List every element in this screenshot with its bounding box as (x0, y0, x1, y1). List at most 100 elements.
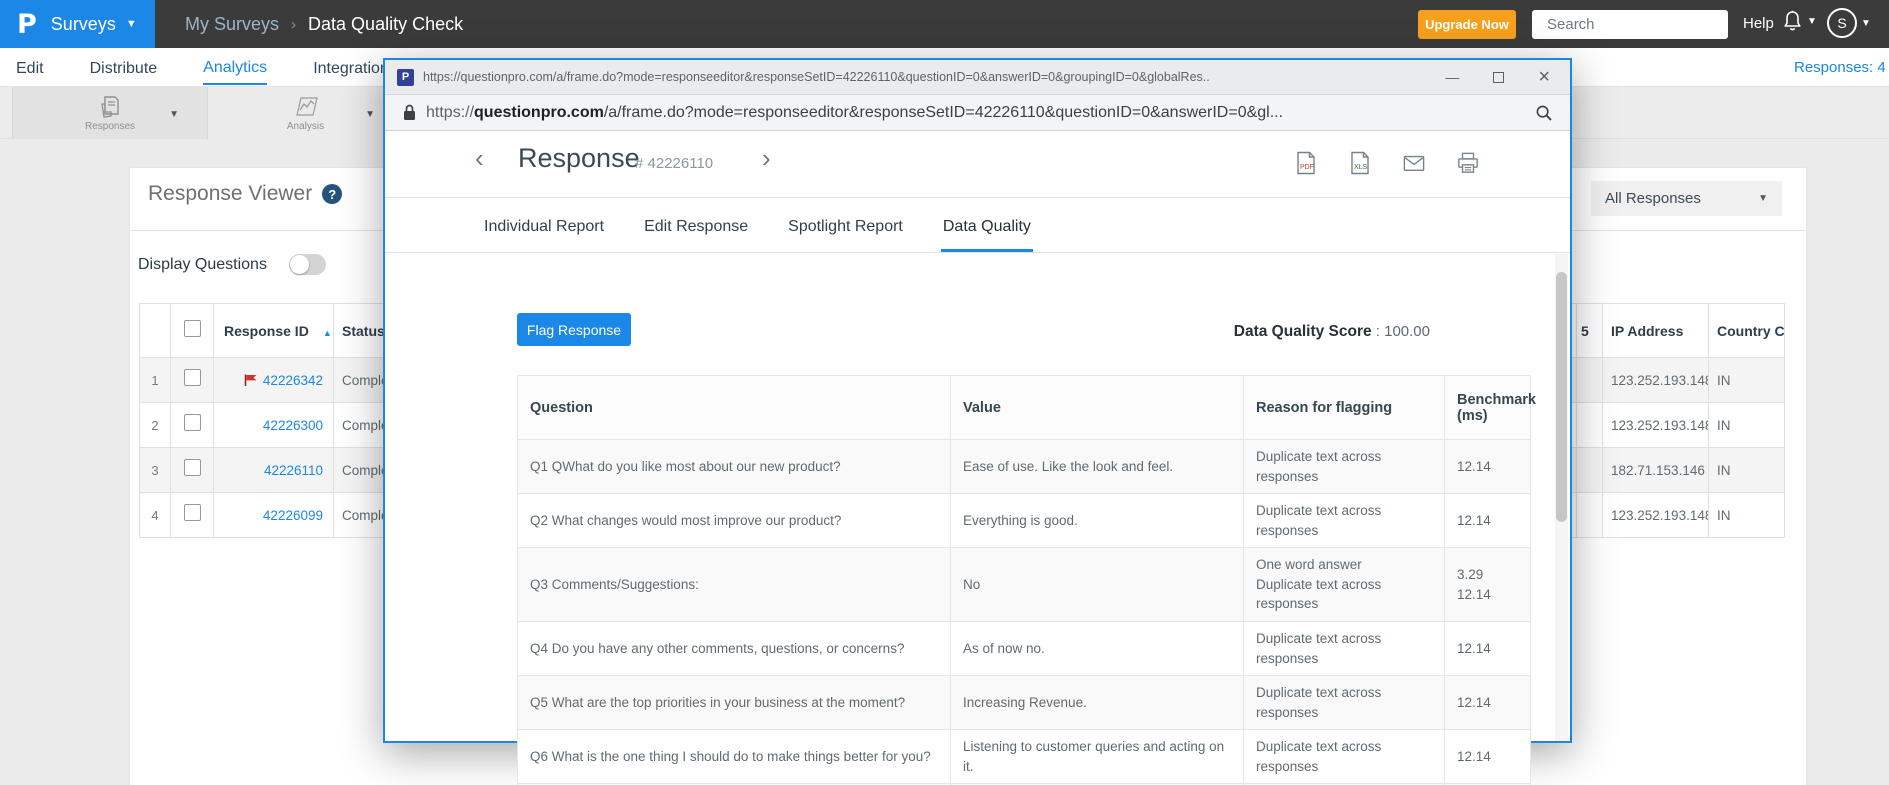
row-checkbox[interactable] (184, 369, 201, 386)
address-url: https://questionpro.com/a/frame.do?mode=… (426, 104, 1536, 122)
row-checkbox[interactable] (184, 504, 201, 521)
response-id-link: 42226342 (263, 373, 323, 388)
ip-address-cell: 123.252.193.148 (1603, 403, 1709, 448)
reason-cell: One word answer Duplicate text across re… (1244, 548, 1445, 622)
chevron-down-icon: ▼ (126, 18, 137, 30)
next-response-icon[interactable]: › (762, 145, 771, 171)
response-id-header[interactable]: Response ID▲ (214, 304, 334, 358)
reason-cell: Duplicate text across responses (1244, 676, 1445, 730)
help-icon[interactable]: ? (322, 184, 342, 204)
ip-address-cell: 123.252.193.148 (1603, 358, 1709, 403)
account-menu[interactable]: S ▼ (1827, 8, 1871, 38)
reason-cell: Duplicate text across responses (1244, 730, 1445, 784)
responses-count[interactable]: Responses: 4 (1794, 59, 1886, 76)
maximize-button[interactable] (1493, 72, 1504, 83)
responses-filter-select[interactable]: All Responses ▼ (1591, 181, 1782, 216)
flag-response-button[interactable]: Flag Response (517, 313, 631, 346)
global-search[interactable] (1532, 10, 1728, 39)
benchmark-cell: 3.29 12.14 (1445, 548, 1531, 622)
table-row: Q6 What is the one thing I should do to … (518, 730, 1531, 784)
response-id-link: 42226099 (263, 508, 323, 523)
response-id-cell[interactable]: 42226300 (214, 403, 334, 448)
previous-response-icon[interactable]: ‹ (475, 145, 484, 171)
survey-nav-tab[interactable]: Analytics (203, 51, 267, 85)
toolbar-tile-responses[interactable]: Responses ▼ (12, 87, 208, 139)
close-icon[interactable]: × (1538, 67, 1550, 87)
email-icon[interactable] (1403, 151, 1425, 175)
report-tabs: Individual Report Edit Response Spotlight … (385, 198, 1570, 253)
partial-cell (1577, 403, 1603, 448)
reason-cell: Duplicate text across responses (1244, 621, 1445, 675)
export-pdf-icon[interactable]: PDF (1295, 151, 1317, 175)
table-row: Q1 QWhat do you like most about our new … (518, 440, 1531, 494)
response-editor-window: P https://questionpro.com/a/frame.do?mod… (383, 58, 1572, 743)
table-row: Q2 What changes would most improve our p… (518, 494, 1531, 548)
upgrade-now-button[interactable]: Upgrade Now (1418, 10, 1516, 39)
report-tab[interactable]: Individual Report (482, 218, 606, 252)
question-cell: Q6 What is the one thing I should do to … (518, 730, 951, 784)
benchmark-cell: 12.14 (1445, 730, 1531, 784)
question-cell: Q5 What are the top priorities in your b… (518, 676, 951, 730)
survey-nav-tab[interactable]: Integration (313, 52, 389, 84)
avatar: S (1827, 8, 1857, 38)
bell-icon (1783, 10, 1802, 32)
column-header: Benchmark (ms) (1445, 376, 1531, 440)
search-input[interactable] (1547, 16, 1746, 33)
select-all-checkbox[interactable] (184, 320, 201, 337)
question-cell: Q1 QWhat do you like most about our new … (518, 440, 951, 494)
product-switcher[interactable]: P Surveys ▼ (0, 0, 155, 48)
response-header: ‹ Response # 42226110 › PDF XLS (385, 131, 1570, 198)
score-label: Data Quality Score (1234, 323, 1372, 340)
product-name: Surveys (51, 14, 116, 35)
response-id-cell[interactable]: 42226099 (214, 493, 334, 538)
response-id-cell[interactable]: 42226110 (214, 448, 334, 493)
minimize-button[interactable]: — (1445, 70, 1459, 84)
row-select-cell (171, 493, 214, 538)
report-tab[interactable]: Data Quality (941, 218, 1033, 252)
report-tab[interactable]: Spotlight Report (786, 218, 905, 252)
breadcrumb-current: Data Quality Check (308, 14, 463, 35)
response-title: Response (518, 143, 640, 174)
row-number-header (140, 304, 171, 358)
print-icon[interactable] (1457, 151, 1479, 175)
chevron-down-icon[interactable]: ▼ (169, 109, 179, 120)
top-navbar: P Surveys ▼ My Surveys › Data Quality Ch… (0, 0, 1889, 48)
country-code-cell: IN (1709, 493, 1785, 538)
display-questions-toggle[interactable] (289, 254, 326, 275)
svg-text:XLS: XLS (1354, 164, 1368, 171)
sort-asc-icon: ▲ (323, 328, 332, 338)
scrollbar-thumb[interactable] (1556, 272, 1567, 522)
row-number: 1 (140, 358, 171, 403)
help-link[interactable]: Help (1743, 15, 1774, 32)
screen: P Surveys ▼ My Surveys › Data Quality Ch… (0, 0, 1889, 785)
column-header: Value (951, 376, 1244, 440)
questionpro-favicon: P (397, 69, 414, 86)
country-code-header[interactable]: Country Code (1709, 304, 1785, 358)
row-checkbox[interactable] (184, 414, 201, 431)
breadcrumb-parent[interactable]: My Surveys (185, 14, 279, 35)
ip-address-header[interactable]: IP Address (1603, 304, 1709, 358)
row-checkbox[interactable] (184, 459, 201, 476)
zoom-icon[interactable] (1536, 105, 1552, 121)
address-bar[interactable]: https://questionpro.com/a/frame.do?mode=… (385, 95, 1570, 131)
notifications-button[interactable]: ▼ (1783, 10, 1817, 32)
column-header: Reason for flagging (1244, 376, 1445, 440)
row-number: 4 (140, 493, 171, 538)
reason-cell: Duplicate text across responses (1244, 440, 1445, 494)
table-row: Q3 Comments/Suggestions: No One word ans… (518, 548, 1531, 622)
window-title: https://questionpro.com/a/frame.do?mode=… (423, 70, 1427, 84)
window-titlebar[interactable]: P https://questionpro.com/a/frame.do?mod… (385, 60, 1570, 95)
partial-column-header: 5 (1577, 304, 1603, 358)
display-questions-label: Display Questions (138, 256, 267, 274)
export-excel-icon[interactable]: XLS (1349, 151, 1371, 175)
chevron-down-icon[interactable]: ▼ (365, 109, 375, 120)
survey-nav-tab[interactable]: Distribute (90, 52, 158, 84)
report-tab[interactable]: Edit Response (642, 218, 750, 252)
responses-doc-icon (99, 95, 121, 119)
toolbar-tile-analysis[interactable]: Analysis ▼ (208, 87, 404, 139)
toggle-knob (290, 255, 309, 274)
scrollbar-track[interactable] (1555, 254, 1568, 741)
survey-nav-tab[interactable]: Edit (16, 52, 44, 84)
value-cell: No (951, 548, 1244, 622)
response-id-cell[interactable]: 42226342 (214, 358, 334, 403)
